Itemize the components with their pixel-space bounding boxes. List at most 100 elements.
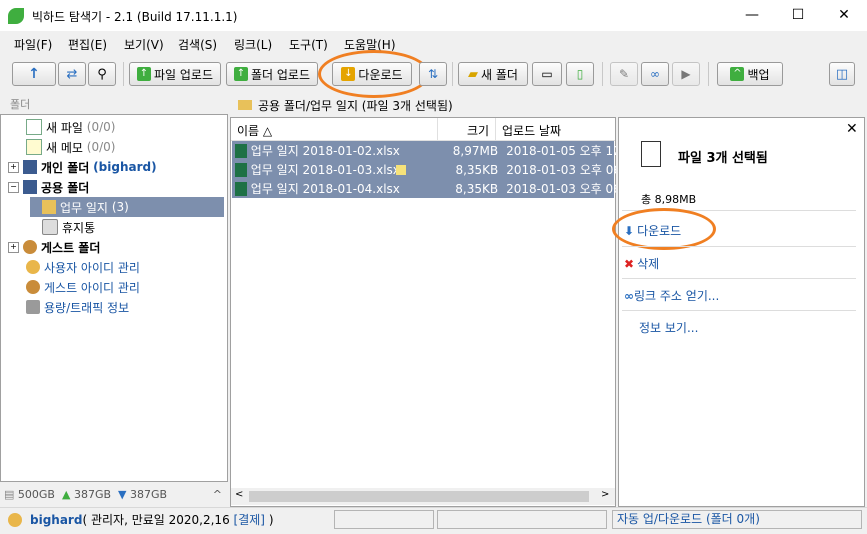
multi-file-icon	[641, 141, 661, 167]
table-row[interactable]: 업무 일지 2018-01-04.xlsx 8,35KB 2018-01-03 …	[232, 179, 616, 198]
minimize-button[interactable]: —	[729, 0, 775, 31]
details-delete-action[interactable]: ✖ 삭제	[624, 255, 659, 272]
tree-count: (0/0)	[86, 140, 116, 154]
file-date: 2018-01-03 오후 06:4	[506, 182, 616, 196]
screen-button[interactable]: ▭	[532, 62, 562, 86]
up-arrow-icon: ▲	[61, 487, 71, 501]
search-button[interactable]: ⚲	[88, 62, 116, 86]
tree-item-new-file[interactable]: 새 파일 (0/0)	[26, 117, 115, 137]
close-button[interactable]: ✕	[821, 0, 867, 31]
tree-item-guest-folder[interactable]: + 게스트 폴더	[8, 237, 100, 257]
folder-icon	[42, 200, 56, 214]
collapse-chevron-icon[interactable]: ^	[213, 488, 222, 501]
tree-item-work-log[interactable]: 업무 일지 (3)	[42, 197, 129, 217]
link-icon: ∞	[650, 67, 660, 81]
menu-file[interactable]: 파일(F)	[14, 36, 52, 53]
maximize-button[interactable]: ☐	[775, 0, 821, 31]
divider	[622, 278, 856, 279]
current-path: 공용 폴더/업무 일지 (파일 3개 선택됨)	[258, 98, 453, 113]
expand-icon[interactable]: +	[8, 241, 19, 253]
collapse-icon[interactable]: −	[8, 181, 19, 193]
expand-icon[interactable]: +	[8, 161, 19, 173]
column-name[interactable]: 이름 △	[237, 122, 272, 139]
upload-folder-label: 폴더 업로드	[250, 67, 310, 82]
menu-view[interactable]: 보기(V)	[124, 36, 164, 53]
storage-footer: ▤ 500GB ▲ 387GB ▼ 387GB ^	[4, 486, 226, 502]
download-highlight-annotation	[612, 208, 716, 250]
info-link[interactable]: 정보 보기...	[639, 321, 698, 335]
status-close-paren: )	[268, 512, 274, 527]
panel-toggle-button[interactable]: ◫	[829, 62, 855, 86]
new-document-button[interactable]: ▯	[566, 62, 594, 86]
scroll-thumb[interactable]	[249, 491, 589, 502]
tree-label: 업무 일지	[60, 200, 108, 215]
tree-label: 새 메모	[46, 140, 83, 155]
tree-item-trash[interactable]: 휴지통	[42, 217, 95, 237]
menu-search[interactable]: 검색(S)	[178, 36, 217, 53]
upload-folder-button[interactable]: ↑ 폴더 업로드	[226, 62, 318, 86]
scroll-left-icon[interactable]: <	[235, 489, 243, 500]
upload-file-button[interactable]: ↑ 파일 업로드	[129, 62, 221, 86]
table-row[interactable]: 업무 일지 2018-01-03.xlsx 8,35KB 2018-01-03 …	[232, 160, 616, 179]
panel-layout-icon: ◫	[835, 66, 849, 82]
download-usage: 387GB	[130, 487, 168, 501]
column-divider	[495, 118, 496, 140]
divider	[622, 246, 856, 247]
toolbar-separator	[708, 62, 709, 86]
tree-item-guest-id-management[interactable]: 게스트 아이디 관리	[26, 277, 140, 297]
users-icon	[26, 260, 40, 274]
selection-title: 파일 3개 선택됨	[678, 151, 768, 166]
horizontal-scrollbar[interactable]: < >	[231, 488, 615, 505]
tree-label: 게스트 아이디 관리	[44, 280, 140, 295]
file-date: 2018-01-03 오후 06:4	[506, 163, 616, 177]
tree-item-user-id-management[interactable]: 사용자 아이디 관리	[26, 257, 140, 277]
up-folder-button[interactable]: ↑	[12, 62, 56, 86]
menu-tools[interactable]: 도구(T)	[289, 36, 328, 53]
file-name: 업무 일지 2018-01-03.xlsx	[250, 163, 396, 177]
refresh-button[interactable]: ⇄	[58, 62, 86, 86]
table-row[interactable]: 업무 일지 2018-01-02.xlsx 8,97MB 2018-01-05 …	[232, 141, 616, 160]
payment-link[interactable]: [결제]	[234, 511, 265, 528]
link-button[interactable]: ∞	[641, 62, 669, 86]
status-user: bighard( 관리자, 만료일 2020,2,16 [결제] )	[8, 511, 274, 528]
details-info-action[interactable]: 정보 보기...	[639, 319, 698, 336]
tree-item-shared-folder[interactable]: − 공용 폴더	[8, 177, 89, 197]
play-button[interactable]: ▶	[672, 62, 700, 86]
status-pane	[437, 510, 607, 529]
play-icon: ▶	[681, 67, 691, 81]
file-size: 8,35KB	[455, 181, 499, 196]
sort-button[interactable]: ⇅	[419, 62, 447, 86]
tree-label: 게스트 폴더	[41, 240, 101, 255]
file-date: 2018-01-05 오후 12:2	[506, 144, 616, 158]
app-leaf-icon	[8, 8, 24, 24]
details-get-link-action[interactable]: ∞ 링크 주소 얻기...	[624, 287, 719, 304]
edit-button[interactable]: ✎	[610, 62, 638, 86]
new-folder-button[interactable]: ▰ 새 폴더	[458, 62, 528, 86]
menu-link[interactable]: 링크(L)	[234, 36, 272, 53]
refresh-icon: ⇄	[66, 66, 78, 82]
delete-link[interactable]: 삭제	[637, 255, 659, 272]
menu-edit[interactable]: 편집(E)	[68, 36, 107, 53]
toolbar-separator	[123, 62, 124, 86]
delete-x-icon: ✖	[624, 256, 635, 271]
backup-label: 백업	[747, 67, 770, 82]
tree-item-new-memo[interactable]: 새 메모 (0/0)	[26, 137, 115, 157]
column-size[interactable]: 크기	[467, 122, 489, 139]
new-document-icon: ▯	[576, 67, 584, 81]
backup-button[interactable]: ^ 백업	[717, 62, 783, 86]
file-size: 8,35KB	[455, 162, 499, 177]
tree-item-capacity-traffic[interactable]: 용량/트래픽 정보	[26, 297, 129, 317]
get-link-link[interactable]: 링크 주소 얻기...	[634, 287, 719, 304]
sort-arrows-icon: ⇅	[427, 67, 439, 81]
window-title: 빅하드 탐색기 - 2.1 (Build 17.11.1.1)	[32, 10, 238, 24]
column-upload-date[interactable]: 업로드 날짜	[502, 122, 561, 139]
close-icon[interactable]: ✕	[846, 121, 858, 137]
tree-label: 개인 폴더	[41, 160, 90, 175]
tree-label: 사용자 아이디 관리	[44, 260, 140, 275]
status-auto-transfer[interactable]: 자동 업/다운로드 (폴더 0개)	[612, 510, 862, 529]
scroll-right-icon[interactable]: >	[601, 489, 609, 500]
selection-total-size: 총 8,98MB	[641, 193, 697, 206]
file-name: 업무 일지 2018-01-02.xlsx	[250, 144, 400, 158]
column-divider	[437, 118, 438, 140]
tree-item-personal-folder[interactable]: + 개인 폴더 (bighard)	[8, 157, 157, 177]
